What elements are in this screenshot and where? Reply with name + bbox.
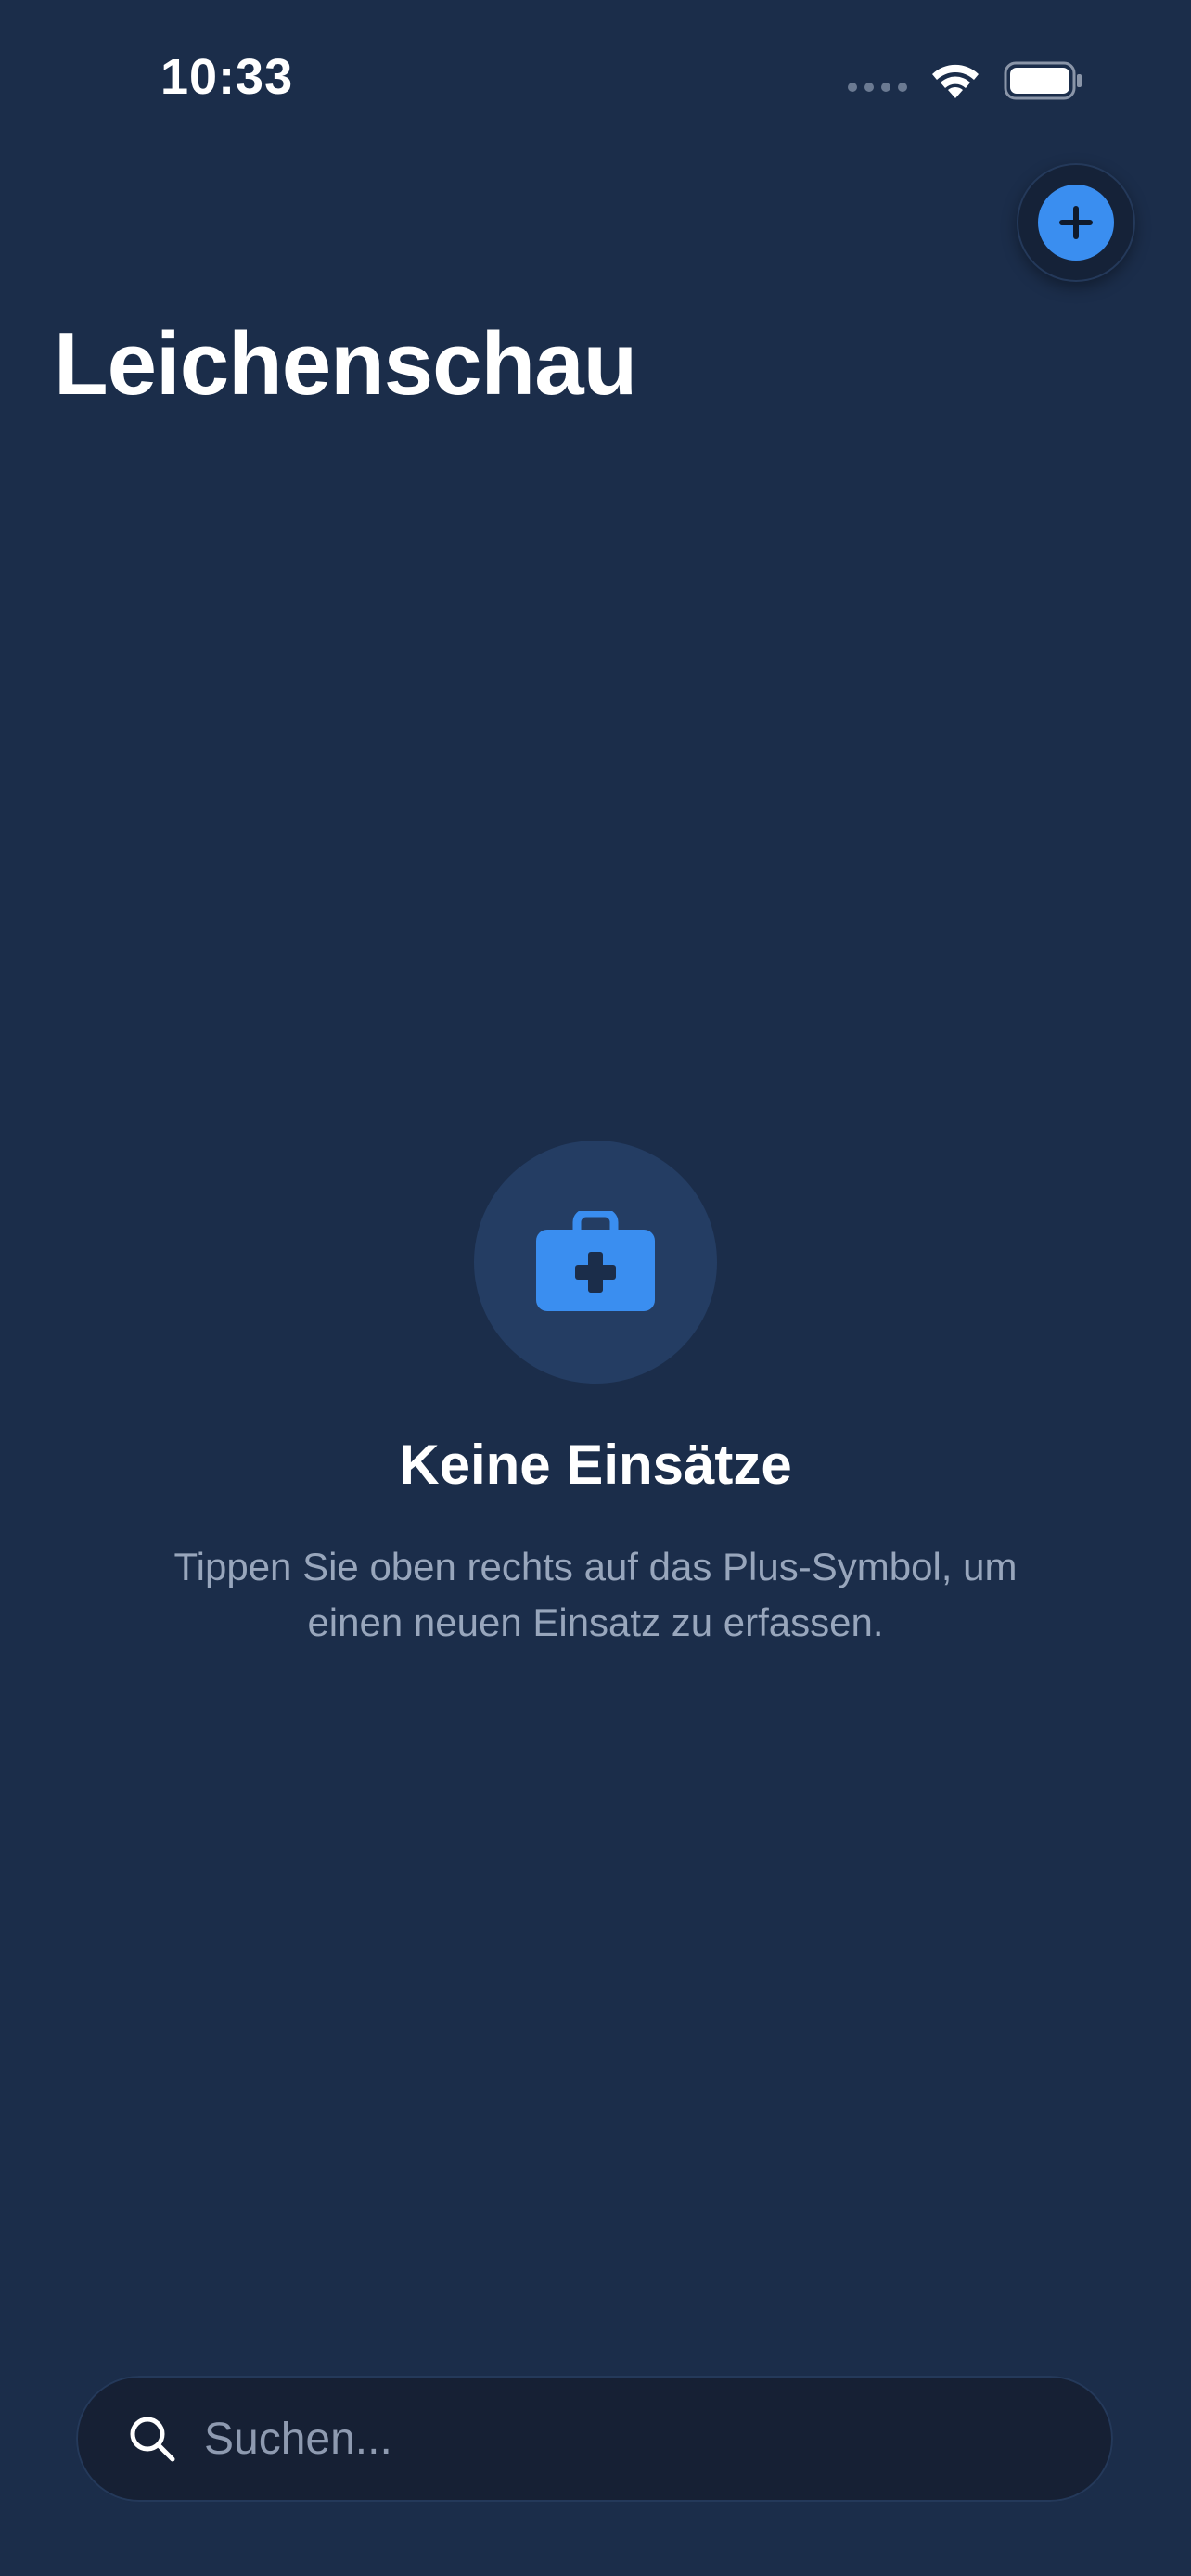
screen: 10:33 Leichenschau Keine Einsätze Tippen… <box>0 0 1191 2576</box>
battery-icon <box>1004 61 1083 100</box>
status-indicators <box>848 57 1083 104</box>
page-title: Leichenschau <box>54 314 637 414</box>
cellular-signal-icon <box>848 83 907 92</box>
empty-state-title: Keine Einsätze <box>399 1434 792 1496</box>
search-icon <box>128 2415 176 2463</box>
empty-state-message: Tippen Sie oben rechts auf das Plus-Symb… <box>173 1545 1018 1644</box>
wifi-icon <box>929 61 981 100</box>
add-entry-button[interactable] <box>1017 163 1135 282</box>
medical-kit-icon <box>536 1211 655 1311</box>
search-input[interactable] <box>202 2375 1113 2503</box>
status-time: 10:33 <box>160 49 294 105</box>
empty-state: Keine Einsätze Tippen Sie oben rechts au… <box>0 1141 1191 1651</box>
plus-icon <box>1038 185 1114 261</box>
empty-state-icon-circle <box>474 1141 717 1384</box>
search-bar[interactable] <box>76 2375 1113 2503</box>
